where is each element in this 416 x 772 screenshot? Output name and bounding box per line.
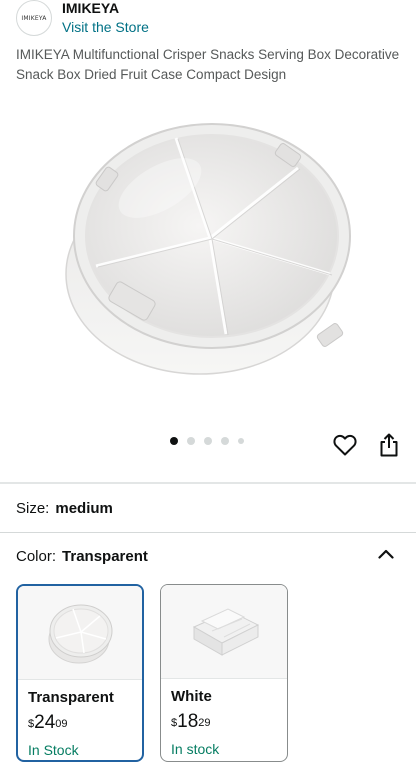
brand-logo-text: IMIKEYA bbox=[21, 14, 47, 22]
stock-status: In stock bbox=[171, 741, 220, 757]
color-label: Color: bbox=[16, 548, 57, 565]
white-box-thumbnail bbox=[192, 607, 260, 656]
price-fraction: 09 bbox=[55, 718, 68, 730]
chevron-up-icon bbox=[378, 549, 394, 559]
swatch-image bbox=[18, 586, 142, 680]
product-title: IMIKEYA Multifunctional Crisper Snacks S… bbox=[16, 47, 400, 82]
swatch-price: $2409 bbox=[28, 712, 132, 735]
divider bbox=[0, 532, 416, 533]
share-icon bbox=[380, 433, 398, 457]
carousel-dot-3[interactable] bbox=[204, 437, 212, 445]
carousel-dot-4[interactable] bbox=[221, 437, 229, 445]
product-image[interactable] bbox=[40, 96, 376, 392]
brand-name: IMIKEYA bbox=[62, 0, 120, 16]
stock-status: In Stock bbox=[28, 742, 79, 758]
swatch-name: White bbox=[171, 688, 212, 705]
round-crisper-box-photo bbox=[65, 123, 351, 375]
carousel-dot-5[interactable] bbox=[238, 438, 244, 444]
color-option-white[interactable]: White $1829 In stock bbox=[160, 584, 288, 762]
color-option-transparent[interactable]: Transparent $2409 In Stock bbox=[16, 584, 144, 762]
swatch-name: Transparent bbox=[28, 689, 114, 706]
carousel-dot-1[interactable] bbox=[170, 437, 178, 445]
share-button[interactable] bbox=[374, 430, 404, 460]
price-whole: 18 bbox=[177, 711, 199, 732]
heart-icon bbox=[333, 434, 357, 456]
transparent-box-thumbnail bbox=[48, 604, 113, 663]
brand-text: IMIKEYA Visit the Store bbox=[62, 0, 149, 38]
price-symbol: $ bbox=[28, 718, 35, 730]
color-value: Transparent bbox=[62, 548, 148, 565]
swatch-image bbox=[161, 585, 287, 679]
divider bbox=[0, 482, 416, 484]
wishlist-button[interactable] bbox=[330, 430, 360, 460]
visit-store-link[interactable]: Visit the Store bbox=[62, 16, 149, 38]
size-label: Size: bbox=[16, 500, 50, 517]
swatch-price: $1829 bbox=[171, 711, 277, 734]
price-whole: 24 bbox=[34, 712, 56, 733]
price-symbol: $ bbox=[171, 717, 178, 729]
collapse-color-button[interactable] bbox=[372, 540, 400, 568]
size-selector[interactable]: Size: medium bbox=[16, 498, 113, 520]
price-fraction: 29 bbox=[198, 717, 211, 729]
brand-header: IMIKEYA IMIKEYA Visit the Store bbox=[16, 0, 400, 40]
brand-logo[interactable]: IMIKEYA bbox=[16, 0, 52, 36]
size-value: medium bbox=[55, 500, 113, 517]
color-selector: Color: Transparent bbox=[16, 546, 148, 568]
carousel-dot-2[interactable] bbox=[187, 437, 195, 445]
carousel-dots[interactable] bbox=[170, 437, 253, 445]
